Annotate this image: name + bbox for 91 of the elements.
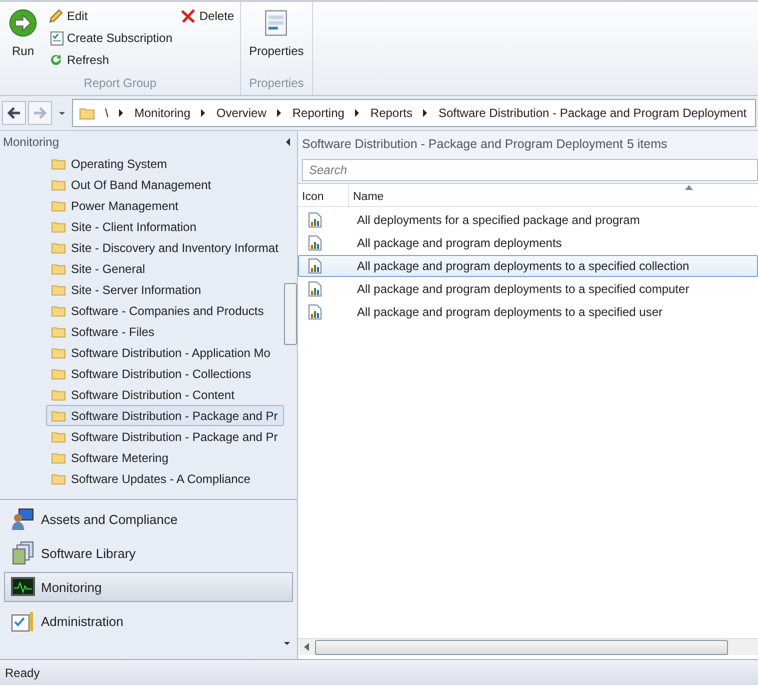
breadcrumb-item[interactable]: Reporting [292, 106, 344, 120]
column-header[interactable]: Icon [298, 184, 349, 206]
folder-icon [51, 178, 66, 191]
report-row[interactable]: All package and program deployments to a specified collection [298, 255, 758, 277]
delete-button[interactable]: Delete [178, 6, 236, 26]
folder-icon [79, 106, 95, 120]
folder-icon [51, 325, 66, 338]
workspace-button[interactable]: Monitoring [4, 572, 293, 602]
tree-item[interactable]: Software Distribution - Package and Pr [46, 405, 284, 426]
breadcrumb-item[interactable]: Monitoring [134, 106, 190, 120]
forward-arrow-icon [32, 105, 48, 121]
sort-icon [685, 185, 693, 190]
workspace-button[interactable]: Administration [4, 606, 293, 636]
chevron-icon[interactable] [276, 109, 282, 117]
folder-icon [51, 262, 66, 275]
refresh-icon [48, 52, 64, 68]
tree-item[interactable]: Software Distribution - Content [46, 384, 284, 405]
pane-title: Monitoring [3, 135, 60, 149]
run-button[interactable]: Run [4, 6, 42, 76]
refresh-button[interactable]: Refresh [46, 50, 174, 70]
chevron-icon[interactable] [200, 109, 206, 117]
collapse-icon[interactable] [285, 138, 291, 146]
folder-icon [51, 409, 66, 422]
tree-item[interactable]: Power Management [46, 195, 284, 216]
status-text: Ready [5, 666, 40, 680]
chevron-icon[interactable] [354, 109, 360, 117]
folder-icon [51, 451, 66, 464]
tree-item[interactable]: Site - Discovery and Inventory Informat [46, 237, 284, 258]
tree-item[interactable]: Site - Client Information [46, 216, 284, 237]
report-chart-icon [308, 235, 322, 251]
checklist-icon [48, 30, 64, 46]
item-count: 5 items [626, 137, 668, 151]
tree-item[interactable]: Software Metering [46, 447, 284, 468]
monitor-graph-icon [11, 575, 35, 599]
breadcrumb-item[interactable]: Overview [216, 106, 266, 120]
folder-icon [51, 199, 66, 212]
folder-icon [51, 157, 66, 170]
view-title: Software Distribution - Package and Program Deployment [302, 137, 623, 151]
edit-button[interactable]: Edit [46, 6, 174, 26]
back-arrow-icon [6, 105, 22, 121]
tree-item[interactable]: Operating System [46, 153, 284, 174]
tree-item[interactable]: Software - Companies and Products [46, 300, 284, 321]
column-header[interactable]: Name [349, 184, 384, 206]
chevron-icon[interactable] [422, 109, 428, 117]
tree-item[interactable]: Software Distribution - Collections [46, 363, 284, 384]
delete-icon [180, 8, 196, 24]
dropdown-icon[interactable] [283, 639, 291, 647]
tree-item[interactable]: Out Of Band Management [46, 174, 284, 195]
folder-icon [51, 346, 66, 359]
report-chart-icon [308, 212, 322, 228]
report-row[interactable]: All package and program deployments [298, 232, 758, 254]
tree-item[interactable]: Software Distribution - Package and Pr [46, 426, 284, 447]
dropdown-icon[interactable] [58, 109, 66, 117]
scroll-left-icon[interactable] [304, 643, 309, 651]
checklist-tool-icon [11, 609, 35, 633]
tree-item[interactable]: Site - General [46, 258, 284, 279]
folder-icon [51, 304, 66, 317]
breadcrumb-item[interactable]: Reports [370, 106, 412, 120]
workspace-button[interactable]: Assets and Compliance [4, 504, 293, 534]
report-row[interactable]: All package and program deployments to a specified user [298, 301, 758, 323]
group-label: Properties [248, 76, 305, 92]
report-chart-icon [308, 304, 322, 320]
report-chart-icon [308, 281, 322, 297]
breadcrumb-item[interactable]: \ [105, 106, 108, 120]
folder-icon [51, 283, 66, 296]
breadcrumb-item[interactable]: Software Distribution - Package and Program Deployment [438, 106, 747, 120]
properties-button[interactable]: Properties [245, 6, 308, 76]
user-computer-icon [11, 507, 35, 531]
tree-item[interactable]: Software Distribution - Application Mo [46, 342, 284, 363]
scrollbar[interactable] [298, 638, 758, 655]
subscription-button[interactable]: Create Subscription [46, 28, 174, 48]
report-row[interactable]: All deployments for a specified package and program [298, 209, 758, 231]
group-label: Report Group [82, 76, 158, 92]
folder-icon [51, 472, 66, 485]
address-bar[interactable]: \ Monitoring Overview Reporting Reports Software Distribution - Package and Program Deployment [72, 99, 756, 127]
folder-icon [51, 388, 66, 401]
pencil-icon [48, 8, 64, 24]
folder-icon [51, 241, 66, 254]
search-field[interactable]: Search [302, 159, 758, 181]
workspace-button[interactable]: Software Library [4, 538, 293, 568]
folder-icon [51, 367, 66, 380]
back-button[interactable] [2, 101, 26, 125]
report-row[interactable]: All package and program deployments to a specified computer [298, 278, 758, 300]
tree-item[interactable]: Software - Files [46, 321, 284, 342]
chevron-icon[interactable] [118, 109, 124, 117]
report-chart-icon [308, 258, 322, 274]
folder-icon [51, 220, 66, 233]
stacked-pages-icon [11, 541, 35, 565]
folder-icon [51, 430, 66, 443]
tree-item[interactable]: Software Updates - A Compliance [46, 468, 284, 489]
tree-item[interactable]: Site - Server Information [46, 279, 284, 300]
